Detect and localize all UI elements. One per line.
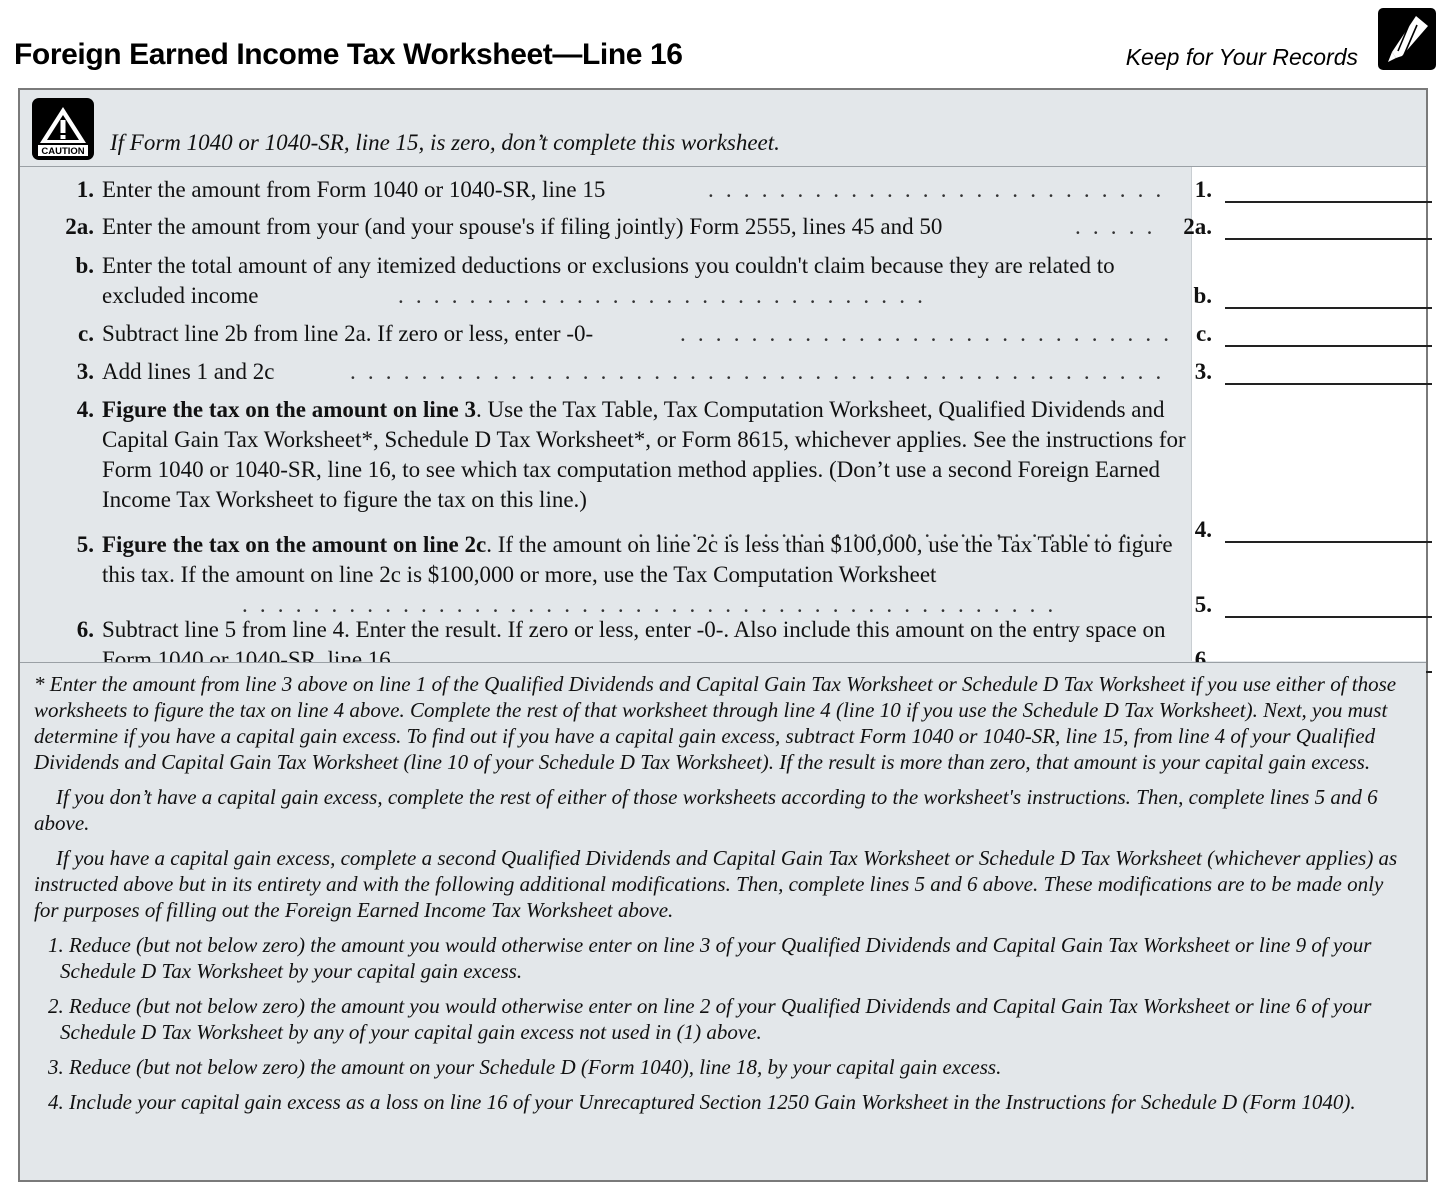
entry-amount-column (1191, 167, 1426, 661)
line-4-number: 4. (76, 397, 94, 422)
line-2c-right-number: c. (1196, 321, 1212, 346)
footnote-modification-2: 2. Reduce (but not below zero) the amoun… (48, 994, 1372, 1044)
line-2a-entry-blank[interactable] (1225, 238, 1432, 240)
line-4-entry-blank[interactable] (1225, 541, 1432, 543)
page-title: Foreign Earned Income Tax Worksheet—Line… (14, 38, 683, 71)
line-1-leader: . . . . . . . . . . . . . . . . . . . . … (708, 177, 1168, 202)
line-4-text: Figure the tax on the amount on line 3. … (102, 395, 1192, 515)
footnote-excess-paragraph: If you have a capital gain excess, compl… (34, 846, 1398, 922)
pencil-icon (1378, 8, 1436, 70)
line-1-right-number: 1. (1194, 177, 1212, 202)
page-header: Foreign Earned Income Tax Worksheet—Line… (0, 0, 1444, 88)
footnotes-section: * Enter the amount from line 3 above on … (20, 662, 1426, 1180)
line-1-text: Enter the amount from Form 1040 or 1040-… (102, 177, 606, 202)
caution-text: If Form 1040 or 1040-SR, line 15, is zer… (110, 130, 780, 155)
footnote-modification-1: 1. Reduce (but not below zero) the amoun… (48, 933, 1372, 983)
line-2c-number: c. (78, 321, 94, 346)
line-3-leader: . . . . . . . . . . . . . . . . . . . . … (350, 359, 1168, 384)
line-5-bold-lead: Figure the tax on the amount on line 2c (102, 532, 487, 557)
caution-bar: CAUTION If Form 1040 or 1040-SR, line 15… (20, 90, 1426, 167)
worksheet-panel: CAUTION If Form 1040 or 1040-SR, line 15… (18, 88, 1432, 1182)
line-4-bold-lead: Figure the tax on the amount on line 3 (102, 397, 476, 422)
line-5-text: Figure the tax on the amount on line 2c.… (102, 530, 1192, 590)
line-2b-right-number: b. (1193, 283, 1212, 308)
line-3-number: 3. (76, 359, 94, 384)
footnote-no-excess-paragraph: If you don’t have a capital gain excess,… (34, 785, 1378, 835)
svg-text:CAUTION: CAUTION (41, 146, 84, 157)
line-2a-right-number: 2a. (1183, 214, 1212, 239)
line-5-entry-blank[interactable] (1225, 616, 1432, 618)
line-2c-leader: . . . . . . . . . . . . . . . . . . . . … (680, 321, 1168, 346)
line-5-number: 5. (76, 532, 94, 557)
line-2b-entry-blank[interactable] (1225, 307, 1432, 309)
line-2c-text: Subtract line 2b from line 2a. If zero o… (102, 321, 594, 346)
line-2b-number: b. (75, 253, 94, 278)
line-2a-leader: . . . . . . . (1075, 214, 1163, 239)
line-3-right-number: 3. (1194, 359, 1212, 384)
line-2b-leader: . . . . . . . . . . . . . . . . . . . . … (398, 283, 927, 308)
line-2c-entry-blank[interactable] (1225, 345, 1432, 347)
footnote-modification-3: 3. Reduce (but not below zero) the amoun… (48, 1055, 1002, 1079)
caution-icon: CAUTION (32, 98, 94, 160)
line-3-entry-blank[interactable] (1225, 383, 1432, 385)
footnote-star-paragraph: * Enter the amount from line 3 above on … (34, 672, 1397, 774)
keep-for-your-records-label: Keep for Your Records (1125, 44, 1358, 70)
line-1-number: 1. (76, 177, 94, 202)
line-2a-number: 2a. (65, 214, 94, 239)
line-6-number: 6. (76, 617, 94, 642)
line-1-entry-blank[interactable] (1225, 201, 1432, 203)
footnote-modification-4: 4. Include your capital gain excess as a… (48, 1090, 1356, 1114)
line-2a-text: Enter the amount from your (and your spo… (102, 214, 943, 239)
worksheet-lines: 1. Enter the amount from Form 1040 or 10… (20, 167, 1432, 673)
